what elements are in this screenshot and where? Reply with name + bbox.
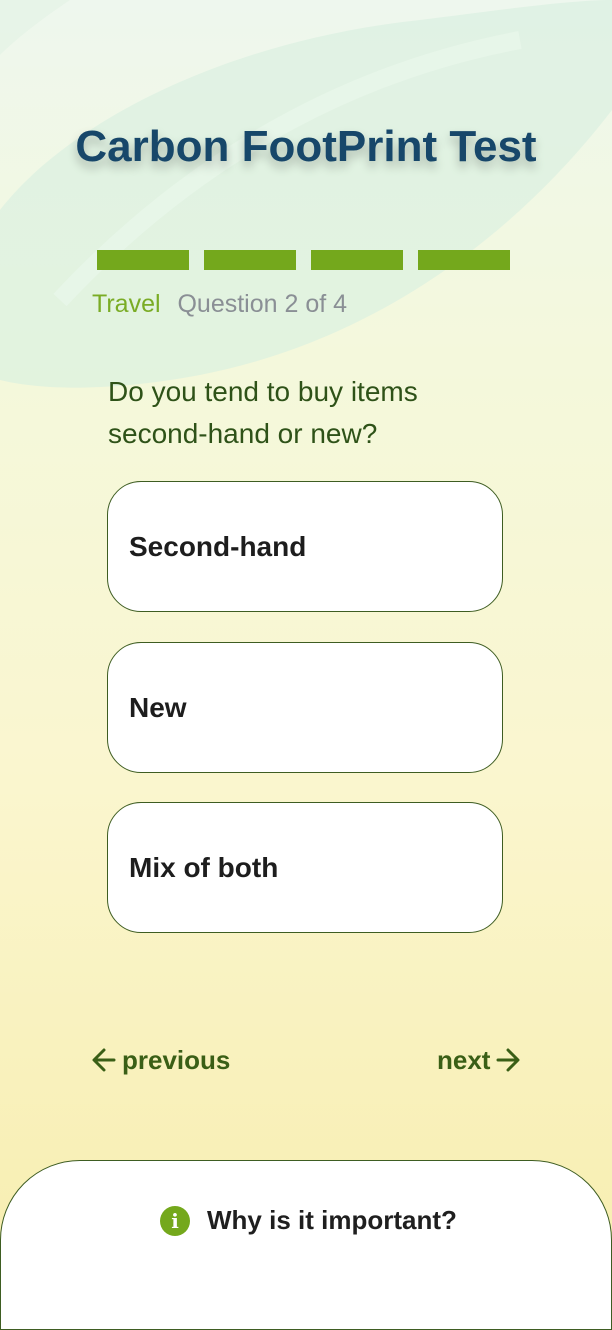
question-meta: Travel Question 2 of 4 xyxy=(92,290,347,319)
option-second-hand[interactable]: Second-hand xyxy=(107,481,503,612)
background-leaf xyxy=(0,0,612,388)
question-counter: Question 2 of 4 xyxy=(177,290,348,318)
progress-segment-3 xyxy=(311,250,403,270)
category-label: Travel xyxy=(92,290,161,318)
why-important-label: Why is it important? xyxy=(207,1205,457,1235)
arrow-right-icon xyxy=(496,1048,520,1072)
page-title: Carbon FootPrint Test xyxy=(75,122,537,171)
question-text: Do you tend to buy items second-hand or … xyxy=(108,376,418,449)
arrow-left-icon xyxy=(92,1048,116,1072)
next-label: next xyxy=(437,1044,491,1075)
info-icon: i xyxy=(160,1205,190,1236)
progress-segment-4 xyxy=(418,250,510,270)
next-button[interactable]: next xyxy=(437,1040,522,1080)
previous-label: previous xyxy=(122,1044,231,1075)
progress-segment-2 xyxy=(204,250,296,270)
option-mix-of-both[interactable]: Mix of both xyxy=(107,802,503,933)
info-bottom-sheet[interactable] xyxy=(0,1160,612,1330)
why-important-button[interactable]: i Why is it important? xyxy=(160,1205,457,1236)
previous-button[interactable]: previous xyxy=(90,1040,230,1080)
option-new[interactable]: New xyxy=(107,642,503,773)
progress-bar xyxy=(97,250,510,270)
progress-segment-1 xyxy=(97,250,189,270)
